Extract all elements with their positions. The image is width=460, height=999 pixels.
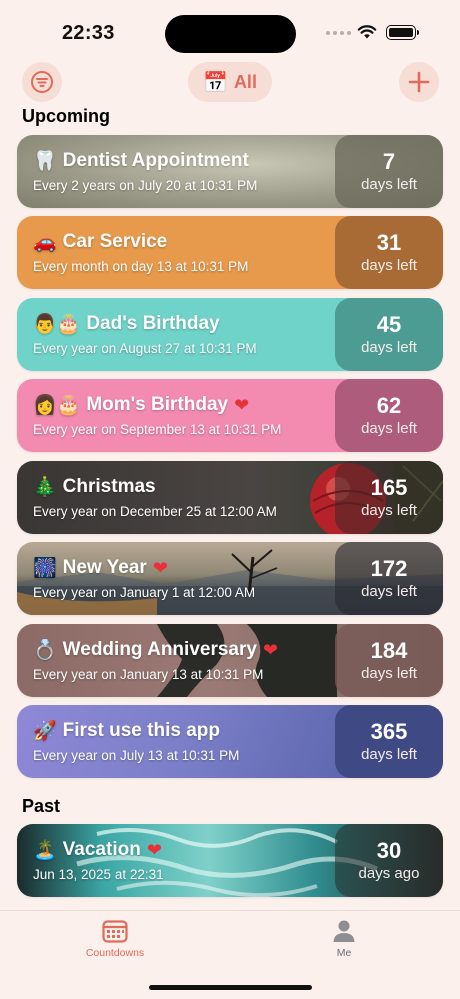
cellular-signal-icon <box>326 31 351 35</box>
heart-icon: ❤ <box>152 557 168 578</box>
tab-me[interactable]: Me <box>304 919 384 959</box>
card-subtitle: Every year on January 13 at 10:31 PM <box>33 667 264 682</box>
days-count-box: 45 days left <box>335 298 443 371</box>
days-count-box: 365 days left <box>335 705 443 778</box>
countdown-card[interactable]: 💍 Wedding Anniversary ❤ Every year on Ja… <box>17 624 443 697</box>
days-count: 184 <box>370 637 408 663</box>
ring-icon: 💍 <box>33 640 57 661</box>
days-count: 165 <box>370 474 408 500</box>
days-count: 30 <box>376 837 402 863</box>
days-count-label: days left <box>361 501 417 519</box>
card-subtitle: Every year on September 13 at 10:31 PM <box>33 422 282 437</box>
days-count-box: 165 days left <box>335 461 443 534</box>
days-count-label: days left <box>361 664 417 682</box>
days-count-box: 7 days left <box>335 135 443 208</box>
plus-icon <box>408 71 430 93</box>
woman-cake-icon: 👩🎂 <box>33 395 81 416</box>
island-icon: 🏝️ <box>33 840 57 861</box>
days-count-label: days left <box>361 256 417 274</box>
countdown-card[interactable]: 🎆 New Year ❤ Every year on January 1 at … <box>17 542 443 615</box>
home-indicator <box>149 985 312 990</box>
days-count-box: 172 days left <box>335 542 443 615</box>
card-subtitle: Every month on day 13 at 10:31 PM <box>33 259 249 274</box>
card-subtitle: Every year on January 1 at 12:00 AM <box>33 585 256 600</box>
days-count-box: 62 days left <box>335 379 443 452</box>
tab-countdowns[interactable]: Countdowns <box>75 919 155 959</box>
christmas-tree-icon: 🎄 <box>33 477 57 498</box>
tab-label: Me <box>336 947 352 959</box>
days-count-label: days left <box>361 745 417 763</box>
card-title: Dad's Birthday <box>86 313 220 334</box>
wifi-icon <box>357 25 377 39</box>
card-subtitle: Jun 13, 2025 at 22:31 <box>33 867 164 882</box>
card-title: New Year <box>62 557 147 578</box>
category-filter-label: All <box>233 71 257 92</box>
days-count: 365 <box>370 718 408 744</box>
battery-icon <box>386 25 419 40</box>
countdown-card[interactable]: 🦷 Dentist Appointment Every 2 years on J… <box>17 135 443 208</box>
card-title: Dentist Appointment <box>62 150 249 171</box>
tab-label: Countdowns <box>85 947 145 959</box>
days-count: 31 <box>376 229 402 255</box>
person-icon <box>333 920 355 942</box>
days-count-label: days left <box>361 419 417 437</box>
days-count-label: days left <box>361 582 417 600</box>
filter-lines-icon <box>31 71 53 93</box>
days-count-box: 31 days left <box>335 216 443 289</box>
card-title: Wedding Anniversary <box>62 639 257 660</box>
card-title: Christmas <box>62 476 156 497</box>
car-icon: 🚗 <box>33 232 57 253</box>
days-count: 7 <box>382 148 396 174</box>
man-cake-icon: 👨🎂 <box>33 314 81 335</box>
heart-icon: ❤ <box>234 394 250 415</box>
days-count-label: days left <box>361 338 417 356</box>
card-subtitle: Every 2 years on July 20 at 10:31 PM <box>33 178 258 193</box>
category-filter-button[interactable]: 📅 All <box>188 62 272 102</box>
countdown-card[interactable]: 🏝️ Vacation ❤ Jun 13, 2025 at 22:31 30 d… <box>17 824 443 897</box>
section-title-past: Past <box>22 796 61 816</box>
days-count: 45 <box>376 311 402 337</box>
rocket-icon: 🚀 <box>33 721 57 742</box>
heart-icon: ❤ <box>146 839 162 860</box>
calendar-icon <box>102 920 128 943</box>
status-bar: 22:33 <box>0 0 460 64</box>
tooth-icon: 🦷 <box>33 151 57 172</box>
days-count: 172 <box>370 555 408 581</box>
card-subtitle: Every year on July 13 at 10:31 PM <box>33 748 240 763</box>
days-count: 62 <box>376 392 402 418</box>
countdown-card[interactable]: 🚗 Car Service Every month on day 13 at 1… <box>17 216 443 289</box>
countdown-card[interactable]: 🎄 Christmas Every year on December 25 at… <box>17 461 443 534</box>
add-countdown-button[interactable] <box>399 62 439 102</box>
calendar-icon: 📅 <box>203 71 228 94</box>
card-subtitle: Every year on December 25 at 12:00 AM <box>33 504 277 519</box>
card-title: First use this app <box>62 720 220 741</box>
days-count-label: days ago <box>358 864 420 882</box>
dynamic-island <box>165 15 296 53</box>
fireworks-icon: 🎆 <box>33 558 57 579</box>
card-subtitle: Every year on August 27 at 10:31 PM <box>33 341 257 356</box>
countdown-card[interactable]: 👩🎂 Mom's Birthday ❤ Every year on Septem… <box>17 379 443 452</box>
card-title: Car Service <box>62 231 168 252</box>
days-count-box: 184 days left <box>335 624 443 697</box>
card-title: Vacation <box>62 839 141 860</box>
section-title-upcoming: Upcoming <box>22 106 110 126</box>
countdown-card[interactable]: 🚀 First use this app Every year on July … <box>17 705 443 778</box>
filter-button[interactable] <box>22 62 62 102</box>
status-time: 22:33 <box>62 22 115 44</box>
days-count-box: 30 days ago <box>335 824 443 897</box>
countdown-card[interactable]: 👨🎂 Dad's Birthday Every year on August 2… <box>17 298 443 371</box>
card-title: Mom's Birthday <box>86 394 229 415</box>
heart-icon: ❤ <box>262 639 279 660</box>
days-count-label: days left <box>361 175 417 193</box>
